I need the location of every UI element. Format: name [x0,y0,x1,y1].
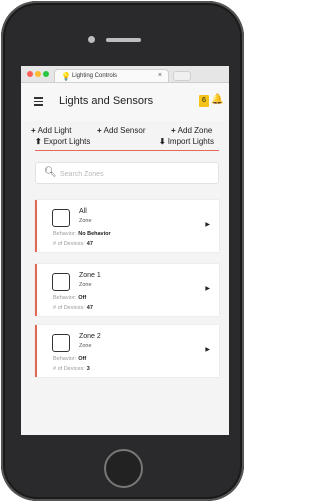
chevron-right-icon[interactable]: ▶ [205,346,210,354]
zone-device-count: # of Devices: 3 [53,366,90,372]
actions-bar: + Add Light + Add Sensor + Add Zone ⬆ Export… [21,122,229,152]
chevron-right-icon[interactable]: ▶ [205,285,210,293]
minimize-window-button[interactable] [35,71,41,77]
zone-card-all[interactable]: All Zone Behavior: No Behavior # of Devic… [35,200,219,252]
search-icon: 🔍︎ [44,167,57,178]
phone-frame: 💡 Lighting Controls × Lights and Sensors… [1,1,244,501]
hamburger-menu-icon[interactable] [34,97,43,106]
add-light-button[interactable]: + Add Light [31,126,71,136]
add-sensor-label: Add Sensor [103,126,146,135]
browser-tab-bar: 💡 Lighting Controls × [21,66,229,83]
earpiece-speaker [106,38,141,42]
zone-type: Zone [79,282,92,288]
plus-icon: + [171,126,176,135]
add-light-label: Add Light [37,126,72,135]
zone-name: All [79,208,87,215]
import-lights-label: Import Lights [167,137,214,146]
notification-badge[interactable]: 6 [199,95,209,107]
zone-behavior: Behavior: Off [53,295,87,301]
tab-title: Lighting Controls [72,73,118,79]
zone-checkbox[interactable] [52,209,70,227]
zone-type: Zone [79,343,92,349]
new-tab-button[interactable] [173,71,191,81]
chevron-right-icon[interactable]: ▶ [205,221,210,229]
add-zone-button[interactable]: + Add Zone [171,126,212,136]
zone-device-count: # of Devices: 47 [53,305,93,311]
add-sensor-button[interactable]: + Add Sensor [97,126,145,136]
zone-type: Zone [79,218,92,224]
lightbulb-icon: 💡 [61,72,71,81]
plus-icon: + [31,126,36,135]
zone-device-count: # of Devices: 47 [53,241,93,247]
export-lights-button[interactable]: ⬆ Export Lights [35,137,90,147]
add-zone-label: Add Zone [177,126,213,135]
maximize-window-button[interactable] [43,71,49,77]
close-window-button[interactable] [27,71,33,77]
screen: 💡 Lighting Controls × Lights and Sensors… [21,66,229,435]
zone-behavior: Behavior: Off [53,356,87,362]
zone-name: Zone 2 [79,333,101,340]
zone-name: Zone 1 [79,272,101,279]
page-title: Lights and Sensors [59,95,154,107]
export-lights-label: Export Lights [43,137,91,146]
zone-checkbox[interactable] [52,273,70,291]
app-header: Lights and Sensors 6 🔔 [21,83,229,121]
upload-icon: ⬆ [35,137,42,146]
zone-behavior: Behavior: No Behavior [53,231,111,237]
zone-card-zone-2[interactable]: Zone 2 Zone Behavior: Off # of Devices: 3 … [35,325,219,377]
browser-tab[interactable]: 💡 Lighting Controls × [54,69,169,82]
zone-card-zone-1[interactable]: Zone 1 Zone Behavior: Off # of Devices: 47… [35,264,219,316]
download-icon: ⬇ [159,137,166,146]
plus-icon: + [97,126,102,135]
front-camera [88,36,95,43]
zone-checkbox[interactable] [52,334,70,352]
bell-icon[interactable]: 🔔 [211,93,223,107]
search-box[interactable]: 🔍︎ [35,162,219,184]
home-button[interactable] [104,449,143,488]
import-lights-button[interactable]: ⬇ Import Lights [159,137,214,147]
tab-close-icon[interactable]: × [158,71,162,80]
search-input[interactable] [58,166,212,182]
actions-divider [35,150,219,151]
